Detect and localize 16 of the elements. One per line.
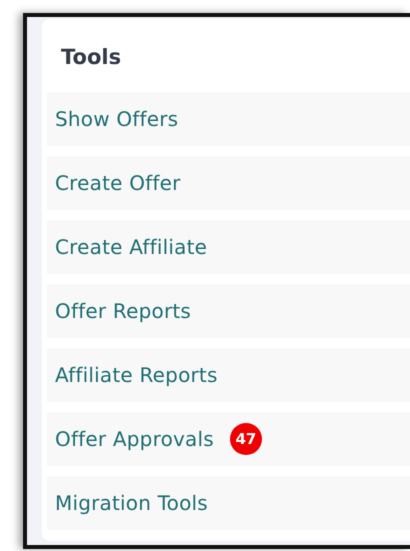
menu-item-label: Create Offer (55, 171, 181, 195)
menu-item-label: Affiliate Reports (55, 363, 218, 387)
menu-item[interactable]: Offer Approvals 47 (47, 412, 410, 466)
menu-item[interactable]: Migration Tools (47, 476, 410, 530)
menu-item-label: Show Offers (55, 107, 178, 131)
menu-item[interactable]: Create Offer (47, 156, 410, 210)
menu-item[interactable]: Offer Reports (47, 284, 410, 338)
menu-item[interactable]: Create Affiliate (47, 220, 410, 274)
menu-item-label: Offer Reports (55, 299, 192, 323)
panel-title: Tools (60, 44, 122, 70)
count-badge: 47 (230, 423, 262, 455)
menu-item-label: Offer Approvals (55, 427, 214, 451)
menu-item-label: Migration Tools (55, 491, 208, 515)
menu-item[interactable]: Affiliate Reports (47, 348, 410, 402)
menu-item[interactable]: Show Offers (47, 92, 410, 146)
menu-item-label: Create Affiliate (55, 235, 208, 259)
